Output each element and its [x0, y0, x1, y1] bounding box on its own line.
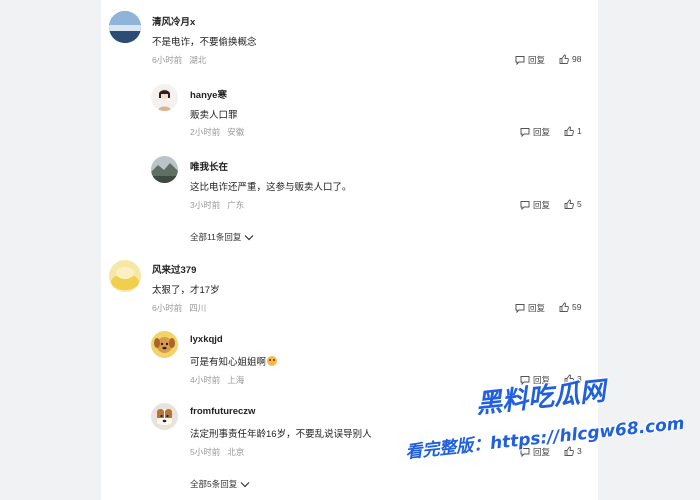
dog-avatar-image — [151, 403, 178, 430]
reply-button[interactable]: 回复 — [520, 199, 550, 211]
comment-meta: 6小时前 湖北 — [152, 54, 206, 66]
reply-icon — [515, 56, 525, 65]
like-button[interactable]: 5 — [564, 199, 582, 209]
reply-time: 2小时前 — [190, 127, 221, 137]
thumbs-up-icon — [564, 446, 574, 456]
like-count: 1 — [577, 126, 582, 136]
emoji-face-icon — [267, 356, 278, 366]
reply-time: 4小时前 — [190, 375, 221, 385]
comment-username[interactable]: 风来过379 — [152, 262, 196, 276]
comment-text: 不是电诈，不要偷换概念 — [152, 37, 257, 48]
reply-time: 5小时前 — [190, 447, 221, 457]
comment-location: 湖北 — [189, 55, 207, 65]
reply-icon — [515, 304, 525, 313]
comment-time: 6小时前 — [152, 55, 183, 65]
reply-meta: 3小时前 广东 — [190, 199, 244, 211]
reply-username[interactable]: lyxkqjd — [190, 334, 223, 345]
reply-username[interactable]: fromfutureczw — [190, 406, 255, 417]
avatar[interactable] — [109, 260, 141, 292]
yellow-avatar-image — [109, 260, 141, 292]
reply-meta: 5小时前 北京 — [190, 446, 244, 458]
thumbs-up-icon — [559, 54, 569, 64]
reply-location: 广东 — [227, 200, 245, 210]
show-all-replies-button[interactable]: 全部5条回复 — [190, 478, 250, 490]
like-button[interactable]: 3 — [564, 446, 582, 456]
avatar[interactable] — [151, 403, 178, 430]
like-count: 98 — [572, 54, 582, 64]
reply-button[interactable]: 回复 — [520, 126, 550, 138]
chevron-down-icon — [244, 234, 254, 240]
comment-time: 6小时前 — [152, 303, 183, 313]
avatar[interactable] — [151, 84, 178, 111]
reply-time: 3小时前 — [190, 200, 221, 210]
reply-text: 这比电诈还严重，这参与贩卖人口了。 — [190, 182, 352, 193]
reply-text: 法定刑事责任年龄16岁，不要乱说误导别人 — [190, 429, 372, 440]
puppy-avatar-image — [151, 331, 178, 358]
like-count: 3 — [577, 446, 582, 456]
girl-avatar-image — [151, 84, 178, 111]
avatar[interactable] — [151, 331, 178, 358]
thumbs-up-icon — [564, 126, 574, 136]
reply-text: 贩卖人口罪 — [190, 110, 238, 121]
chevron-down-icon — [240, 481, 250, 487]
reply-meta: 2小时前 安徽 — [190, 126, 244, 138]
like-count: 59 — [572, 302, 582, 312]
reply-username[interactable]: 唯我长在 — [190, 159, 228, 173]
like-button[interactable]: 1 — [564, 126, 582, 136]
landscape-avatar-image — [109, 11, 141, 43]
thumbs-up-icon — [559, 302, 569, 312]
reply-location: 安徽 — [227, 127, 245, 137]
comment-text: 太狠了，才17岁 — [152, 285, 220, 296]
reply-username[interactable]: hanye寒 — [190, 87, 227, 101]
like-button[interactable]: 98 — [559, 54, 581, 64]
avatar[interactable] — [151, 156, 178, 183]
scenery-avatar-image — [151, 156, 178, 183]
avatar[interactable] — [109, 11, 141, 43]
reply-location: 上海 — [227, 375, 245, 385]
reply-meta: 4小时前 上海 — [190, 374, 244, 386]
reply-button[interactable]: 回复 — [515, 302, 545, 314]
like-button[interactable]: 59 — [559, 302, 581, 312]
thumbs-up-icon — [564, 199, 574, 209]
comment-username[interactable]: 清风冷月x — [152, 14, 195, 28]
reply-location: 北京 — [227, 447, 245, 457]
reply-icon — [520, 128, 530, 137]
reply-icon — [520, 201, 530, 210]
reply-button[interactable]: 回复 — [515, 54, 545, 66]
reply-text: 可是有知心姐姐啊 — [190, 354, 278, 368]
comment-location: 四川 — [189, 303, 207, 313]
like-count: 5 — [577, 199, 582, 209]
comment-meta: 6小时前 四川 — [152, 302, 206, 314]
show-all-replies-button[interactable]: 全部11条回复 — [190, 231, 254, 243]
